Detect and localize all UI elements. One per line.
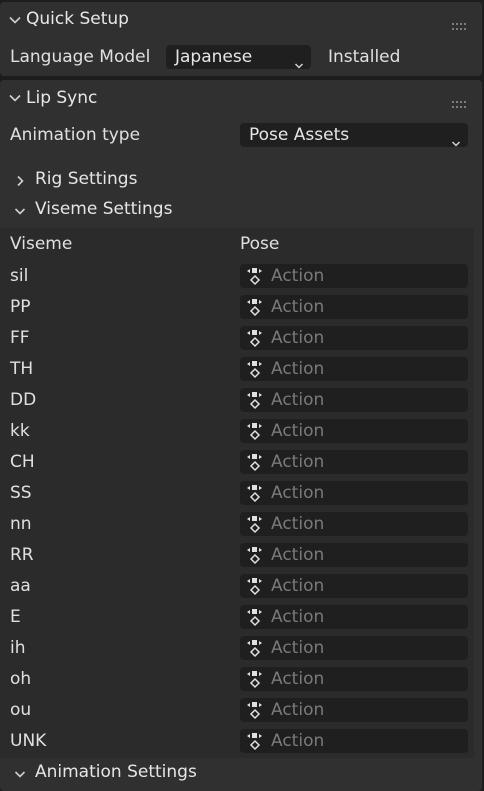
action-icon xyxy=(244,731,266,751)
viseme-label: DD xyxy=(10,390,37,410)
viseme-label: UNK xyxy=(10,731,47,751)
lip-sync-title: Lip Sync xyxy=(26,88,98,108)
action-placeholder: Action xyxy=(271,669,325,689)
action-icon xyxy=(244,328,266,348)
action-placeholder: Action xyxy=(271,390,325,410)
lip-sync-header[interactable]: Lip Sync xyxy=(0,80,482,114)
action-placeholder: Action xyxy=(271,514,325,534)
dropdown-arrow-icon xyxy=(294,53,304,69)
action-icon xyxy=(244,359,266,379)
viseme-label: aa xyxy=(10,576,31,596)
action-icon xyxy=(244,514,266,534)
pose-action-field[interactable]: Action xyxy=(240,419,468,443)
chevron-down-icon xyxy=(14,765,26,778)
viseme-label: PP xyxy=(10,297,31,317)
action-icon xyxy=(244,421,266,441)
viseme-label: E xyxy=(10,607,21,627)
action-icon xyxy=(244,545,266,565)
pose-action-field[interactable]: Action xyxy=(240,481,468,505)
viseme-label: CH xyxy=(10,452,35,472)
viseme-settings-header[interactable]: Viseme Settings xyxy=(0,195,470,223)
viseme-settings-body: Viseme Pose sil Action PP Action FF Action TH A… xyxy=(0,228,474,758)
animation-type-dropdown[interactable]: Pose Assets xyxy=(240,123,468,147)
action-placeholder: Action xyxy=(271,328,325,348)
action-placeholder: Action xyxy=(271,483,325,503)
viseme-label: ih xyxy=(10,638,26,658)
pose-action-field[interactable]: Action xyxy=(240,450,468,474)
pose-action-field[interactable]: Action xyxy=(240,264,468,288)
action-icon xyxy=(244,669,266,689)
action-placeholder: Action xyxy=(271,545,325,565)
action-icon xyxy=(244,483,266,503)
dropdown-arrow-icon xyxy=(451,131,461,147)
action-placeholder: Action xyxy=(271,638,325,658)
viseme-label: kk xyxy=(10,421,30,441)
language-model-dropdown[interactable]: Japanese xyxy=(166,45,311,69)
pose-action-field[interactable]: Action xyxy=(240,388,468,412)
grip-dots-icon[interactable] xyxy=(452,16,466,30)
quick-setup-title: Quick Setup xyxy=(26,9,129,29)
pose-action-field[interactable]: Action xyxy=(240,729,468,753)
action-icon xyxy=(244,452,266,472)
animation-settings-title: Animation Settings xyxy=(35,762,197,782)
language-model-label: Language Model xyxy=(10,47,151,67)
action-placeholder: Action xyxy=(271,359,325,379)
chevron-down-icon xyxy=(14,202,26,215)
action-placeholder: Action xyxy=(271,607,325,627)
viseme-settings-title: Viseme Settings xyxy=(35,199,173,219)
pose-action-field[interactable]: Action xyxy=(240,357,468,381)
chevron-down-icon xyxy=(8,13,22,27)
chevron-right-icon xyxy=(14,172,26,187)
pose-column-header: Pose xyxy=(240,234,280,254)
pose-action-field[interactable]: Action xyxy=(240,636,468,660)
viseme-label: TH xyxy=(10,359,34,379)
action-placeholder: Action xyxy=(271,297,325,317)
animation-type-value: Pose Assets xyxy=(249,125,350,145)
action-placeholder: Action xyxy=(271,731,325,751)
action-icon xyxy=(244,607,266,627)
action-icon xyxy=(244,266,266,286)
viseme-label: nn xyxy=(10,514,32,534)
viseme-label: SS xyxy=(10,483,32,503)
action-placeholder: Action xyxy=(271,576,325,596)
action-icon xyxy=(244,297,266,317)
action-placeholder: Action xyxy=(271,266,325,286)
action-icon xyxy=(244,576,266,596)
rig-settings-header[interactable]: Rig Settings xyxy=(0,165,470,193)
pose-action-field[interactable]: Action xyxy=(240,543,468,567)
animation-type-label: Animation type xyxy=(10,125,141,145)
viseme-label: RR xyxy=(10,545,34,565)
animation-settings-header[interactable]: Animation Settings xyxy=(0,758,470,786)
viseme-label: FF xyxy=(10,328,30,348)
rig-settings-title: Rig Settings xyxy=(35,169,138,189)
viseme-label: sil xyxy=(10,266,29,286)
action-icon xyxy=(244,700,266,720)
pose-action-field[interactable]: Action xyxy=(240,667,468,691)
viseme-label: oh xyxy=(10,669,32,689)
action-placeholder: Action xyxy=(271,421,325,441)
viseme-label: ou xyxy=(10,700,32,720)
action-icon xyxy=(244,390,266,410)
viseme-column-header: Viseme xyxy=(10,234,73,254)
chevron-down-icon xyxy=(8,91,22,105)
language-model-value: Japanese xyxy=(175,47,253,67)
quick-setup-header[interactable]: Quick Setup xyxy=(0,2,482,36)
pose-action-field[interactable]: Action xyxy=(240,574,468,598)
install-status: Installed xyxy=(328,47,401,67)
action-icon xyxy=(244,638,266,658)
action-placeholder: Action xyxy=(271,700,325,720)
pose-action-field[interactable]: Action xyxy=(240,698,468,722)
action-placeholder: Action xyxy=(271,452,325,472)
pose-action-field[interactable]: Action xyxy=(240,605,468,629)
pose-action-field[interactable]: Action xyxy=(240,512,468,536)
grip-dots-icon[interactable] xyxy=(452,94,466,108)
pose-action-field[interactable]: Action xyxy=(240,295,468,319)
pose-action-field[interactable]: Action xyxy=(240,326,468,350)
quick-setup-panel: Quick Setup Language Model Japanese Inst… xyxy=(0,2,482,76)
